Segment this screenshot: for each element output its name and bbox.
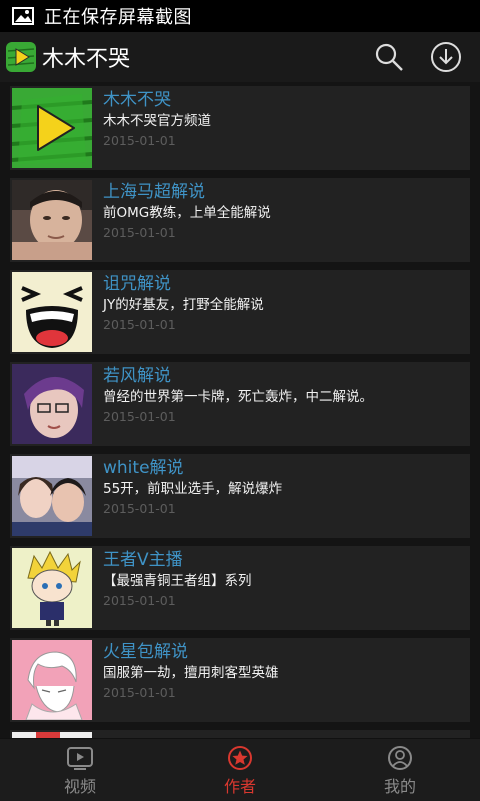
video-icon [67,747,93,770]
item-text: 若风解说 曾经的世界第一卡牌，死亡轰炸，中二解说。 2015-01-01 [103,362,373,446]
author-date: 2015-01-01 [103,593,176,608]
author-desc: 曾经的世界第一卡牌，死亡轰炸，中二解说。 [103,389,373,405]
author-desc: 【最强青铜王者组】系列 [103,573,252,589]
app-bar-actions [374,41,480,73]
author-desc: JY的好基友，打野全能解说 [103,297,264,313]
author-name: 上海马超解说 [103,182,205,202]
bottom-nav: 视频 作者 我的 [0,738,480,801]
author-name: 王者V主播 [103,550,183,570]
tab-label: 视频 [63,777,96,796]
list-item[interactable]: 若风解说 曾经的世界第一卡牌，死亡轰炸，中二解说。 2015-01-01 [10,362,470,446]
author-name: 木木不哭 [103,90,171,110]
list-item[interactable]: white解说 55开，前职业选手，解说爆炸 2015-01-01 [10,454,470,538]
author-desc: 木木不哭官方频道 [103,113,211,129]
list-item[interactable]: 火星包解说 国服第一劫，擅用刺客型英雄 2015-01-01 [10,638,470,722]
portrait-couple-avatar [12,456,92,536]
star-icon [228,746,252,770]
laughing-face-avatar [12,272,92,352]
author-desc: 55开，前职业选手，解说爆炸 [103,481,283,497]
app-bar: 木木不哭 [0,32,480,82]
tab-author[interactable]: 作者 [160,739,320,801]
author-date: 2015-01-01 [103,317,176,332]
app-logo-icon [6,42,36,72]
author-date: 2015-01-01 [103,501,176,516]
portrait-man-avatar [12,180,92,260]
tab-label: 我的 [383,777,416,796]
list-item-partial[interactable] [10,730,470,738]
portrait-purple-hair-avatar [12,364,92,444]
tab-mine[interactable]: 我的 [320,739,480,801]
author-name: 诅咒解说 [103,274,171,294]
list-item[interactable]: 王者V主播 【最强青铜王者组】系列 2015-01-01 [10,546,470,630]
status-text: 正在保存屏幕截图 [44,7,192,28]
tab-label: 作者 [223,777,256,796]
list-item[interactable]: 上海马超解说 前OMG教练，上单全能解说 2015-01-01 [10,178,470,262]
author-name: white解说 [103,458,184,478]
list-item[interactable]: 诅咒解说 JY的好基友，打野全能解说 2015-01-01 [10,270,470,354]
status-bar: 正在保存屏幕截图 [0,0,480,32]
author-date: 2015-01-01 [103,409,176,424]
image-icon [12,7,34,25]
item-text: white解说 55开，前职业选手，解说爆炸 2015-01-01 [103,454,282,538]
search-icon[interactable] [374,42,404,72]
item-text: 诅咒解说 JY的好基友，打野全能解说 2015-01-01 [103,270,264,354]
person-icon [388,746,412,770]
app-title: 木木不哭 [42,47,131,72]
download-icon[interactable] [430,41,462,73]
item-text: 王者V主播 【最强青铜王者组】系列 2015-01-01 [103,546,252,630]
item-text: 上海马超解说 前OMG教练，上单全能解说 2015-01-01 [103,178,271,262]
author-name: 火星包解说 [103,642,188,662]
author-date: 2015-01-01 [103,133,176,148]
author-desc: 国服第一劫，擅用刺客型英雄 [103,665,279,681]
author-date: 2015-01-01 [103,225,176,240]
author-date: 2015-01-01 [103,685,176,700]
author-name: 若风解说 [103,366,171,386]
list-item[interactable]: 木木不哭 木木不哭官方频道 2015-01-01 [10,86,470,170]
anime-pink-sketch-avatar [12,640,92,720]
tab-video[interactable]: 视频 [0,739,160,801]
author-desc: 前OMG教练，上单全能解说 [103,205,271,221]
green-play-logo-avatar [12,88,92,168]
item-text: 木木不哭 木木不哭官方频道 2015-01-01 [103,86,211,170]
author-list[interactable]: 木木不哭 木木不哭官方频道 2015-01-01 上海马超解说 前OMG教练，上… [10,86,470,738]
item-text: 火星包解说 国服第一劫，擅用刺客型英雄 2015-01-01 [103,638,279,722]
anime-blonde-boy-avatar [12,548,92,628]
